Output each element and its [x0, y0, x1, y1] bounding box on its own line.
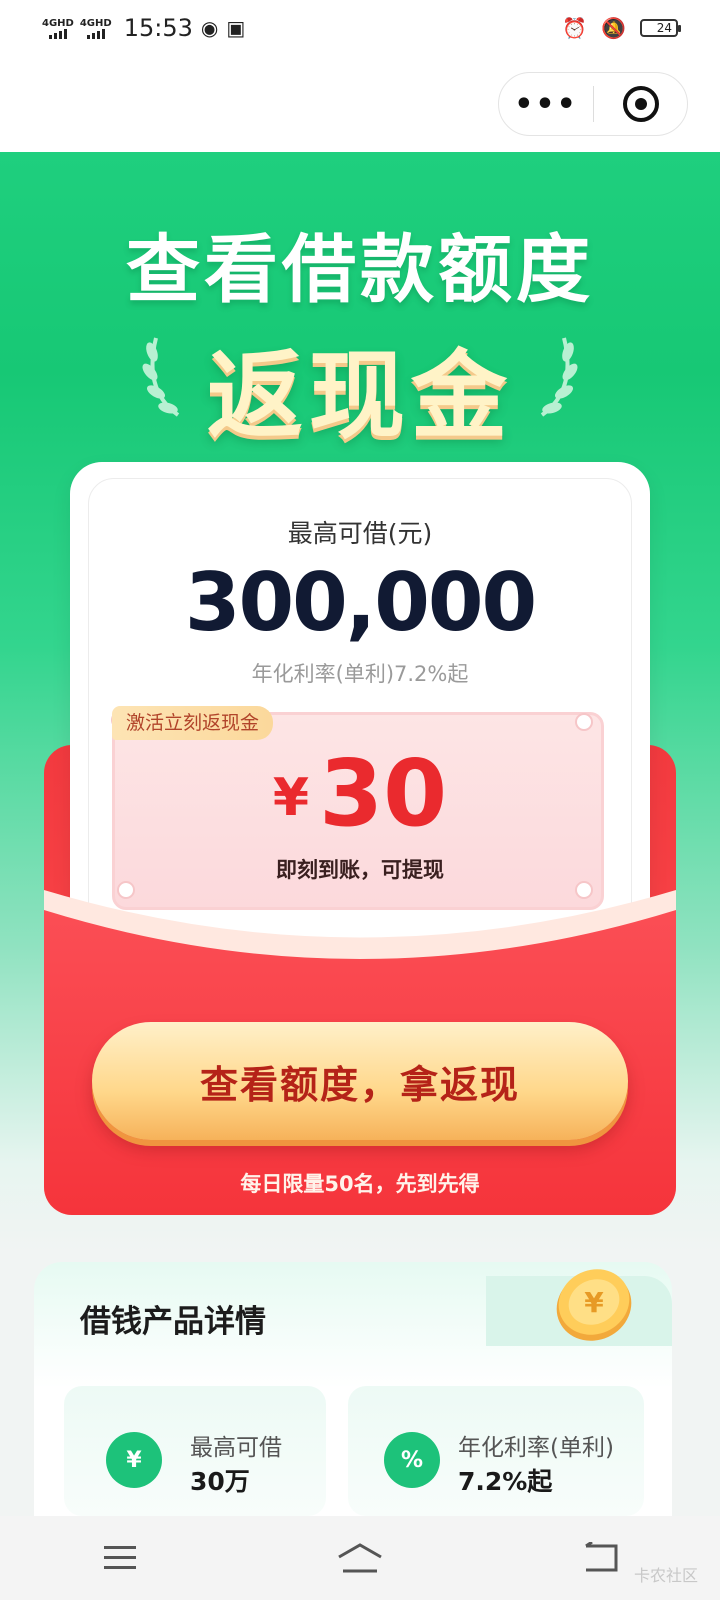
product-details-title: 借钱产品详情: [80, 1304, 266, 1340]
svg-text:¥: ¥: [584, 1286, 604, 1319]
battery-icon: 24: [640, 19, 681, 37]
percent-calendar-icon: %: [384, 1432, 440, 1488]
clock: 15:53: [123, 14, 193, 42]
mini-program-capsule: •••: [498, 72, 688, 136]
stat-label-interest-rate: 年化利率(单利): [458, 1435, 614, 1461]
notification-icon: ▣: [226, 16, 246, 40]
target-icon: [622, 86, 659, 122]
more-options-button[interactable]: •••: [499, 87, 593, 122]
back-button[interactable]: [570, 1536, 630, 1580]
watermark: 卡农社区: [633, 1566, 698, 1585]
interest-rate-text: 年化利率(单利)7.2%起: [251, 662, 469, 686]
hero-title: 查看借款额度: [126, 227, 594, 313]
daily-limit-note: 每日限量50名，先到先得: [240, 1172, 480, 1196]
gold-coin-icon: ¥: [556, 1269, 632, 1341]
max-loan-label: 最高可借(元): [287, 519, 433, 548]
stat-value-interest-rate: 7.2%起: [458, 1467, 553, 1496]
close-mini-program-button[interactable]: [594, 86, 687, 122]
currency-symbol: ¥: [272, 768, 310, 828]
stat-value-max-loan: 30万: [190, 1467, 250, 1496]
menu-icon: [104, 1546, 136, 1569]
coupon-note: 即刻到账，可提现: [276, 858, 444, 882]
check-limit-cashback-button[interactable]: 查看额度，拿返现: [92, 1022, 628, 1140]
menu-button[interactable]: [90, 1536, 150, 1580]
laurel-right-icon: [540, 337, 578, 417]
coupon-tag: 激活立刻返现金: [112, 706, 274, 740]
signal-icon: 4GHD: [42, 18, 74, 39]
status-bar: 4GHD 4GHD 15:53 ◉ ▣ ⏰ 🔕 24: [0, 0, 720, 56]
stat-label-max-loan: 最高可借: [190, 1435, 282, 1461]
back-icon: [585, 1542, 618, 1572]
cashback-amount: 30: [319, 740, 448, 847]
money-bag-icon: ¥: [106, 1432, 162, 1488]
system-nav-bar: [0, 1516, 720, 1600]
home-icon: [338, 1543, 382, 1573]
coupon-value: ¥30: [0, 740, 720, 847]
home-button[interactable]: [330, 1536, 390, 1580]
signal-icon-2: 4GHD: [80, 18, 112, 39]
mute-bell-icon: 🔕: [601, 16, 626, 40]
app-header: •••: [0, 56, 720, 152]
hero-subtitle: 返现金: [207, 340, 513, 452]
message-icon: ◉: [200, 16, 219, 40]
alarm-icon: ⏰: [562, 16, 588, 40]
max-loan-amount: 300,000: [184, 556, 537, 649]
